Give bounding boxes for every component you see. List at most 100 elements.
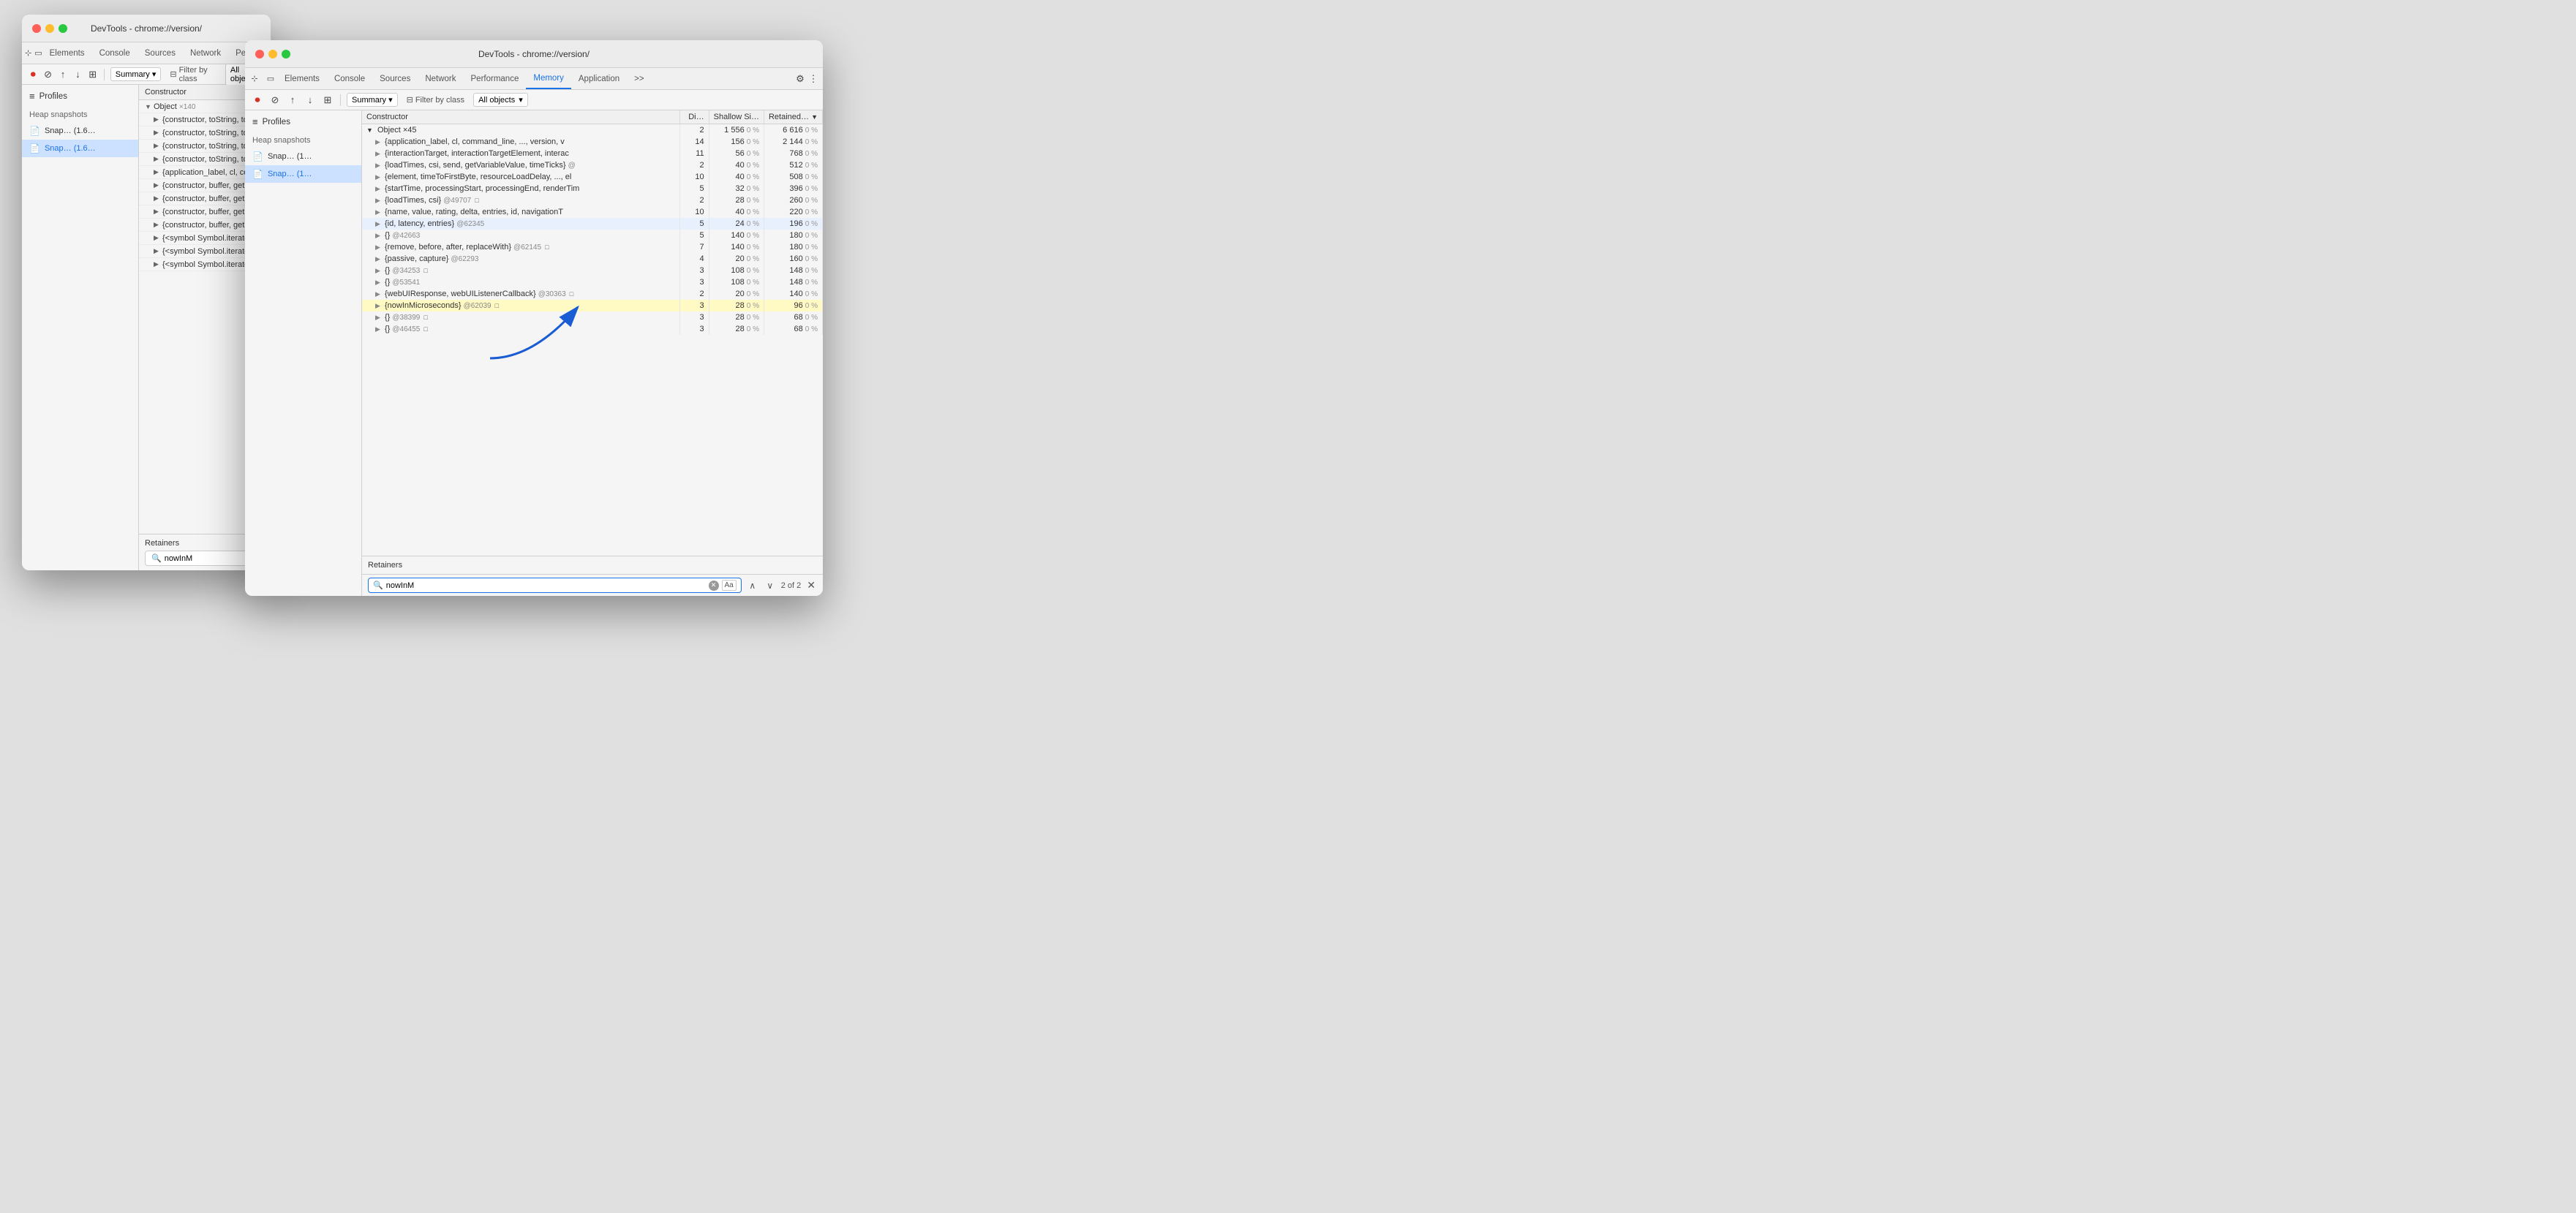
table-row[interactable]: ▶ {loadTimes, csi, send, getVariableValu… — [362, 159, 823, 171]
next-result-button[interactable]: ∨ — [764, 579, 777, 592]
filter-button-2[interactable]: ⊟ Filter by class — [402, 94, 469, 106]
tab-sources-1[interactable]: Sources — [138, 42, 183, 64]
table-row[interactable]: ▶ {interactionTarget, interactionTargetE… — [362, 148, 823, 159]
cancel-button-1[interactable]: ⊘ — [42, 68, 53, 81]
table-row[interactable]: ▶ {loadTimes, csi} @49707 □ 2 28 0 % 260… — [362, 194, 823, 206]
memory-toolbar-1: ⏺ ⊘ ↑ ↓ ⊞ Summary ▾ ⊟ Filter by class Al… — [22, 64, 271, 85]
window-title-2: DevTools - chrome://version/ — [478, 49, 590, 59]
window-title-1: DevTools - chrome://version/ — [91, 23, 202, 34]
expand-icon: ▶ — [154, 181, 162, 189]
prev-result-button[interactable]: ∧ — [746, 579, 759, 592]
tab-application-2[interactable]: Application — [571, 68, 627, 89]
table-row[interactable]: ▶ {passive, capture} @62293 4 20 0 % 160… — [362, 253, 823, 265]
settings-icon-2[interactable]: ⚙ — [794, 72, 807, 86]
collect-button-2[interactable]: ⊞ — [321, 94, 334, 107]
close-button-2[interactable] — [255, 50, 264, 58]
devtools-tabs-2: ⊹ ▭ Elements Console Sources Network Per… — [245, 68, 823, 90]
table-row[interactable]: ▶ {name, value, rating, delta, entries, … — [362, 206, 823, 218]
table-row[interactable]: ▶ {startTime, processingStart, processin… — [362, 183, 823, 194]
table-row[interactable]: ▶ {application_label, cl, command_line, … — [362, 136, 823, 148]
expand-icon: ▶ — [375, 243, 380, 251]
table-row-yellow[interactable]: ▶ {nowInMicroseconds} @62039 □ 3 28 0 % … — [362, 300, 823, 311]
more-icon-2[interactable]: ⋮ — [807, 72, 820, 86]
tab-sources-2[interactable]: Sources — [372, 68, 418, 89]
table-row[interactable]: ▶ {} @46455 □ 3 28 0 % 68 0 % — [362, 323, 823, 335]
titlebar-2: DevTools - chrome://version/ — [245, 40, 823, 68]
tab-more-2[interactable]: >> — [627, 68, 651, 89]
expand-icon: ▶ — [375, 185, 380, 192]
table-row[interactable]: ▶ {} @42663 5 140 0 % 180 0 % — [362, 230, 823, 241]
match-case-button[interactable]: Aa — [722, 580, 737, 591]
maximize-button-2[interactable] — [282, 50, 290, 58]
expand-icon: ▶ — [375, 325, 380, 333]
retainers-section-2: Retainers — [362, 556, 823, 574]
upload-button-2[interactable]: ↑ — [286, 94, 299, 107]
file-icon-2-1: 📄 — [252, 151, 263, 162]
record-button-1[interactable]: ⏺ — [28, 68, 38, 81]
close-search-button[interactable]: ✕ — [805, 579, 817, 592]
tab-console-2[interactable]: Console — [327, 68, 372, 89]
expand-icon: ▶ — [375, 162, 380, 169]
close-button[interactable] — [32, 24, 41, 33]
download-button-1[interactable]: ↓ — [72, 68, 83, 81]
tab-performance-2[interactable]: Performance — [464, 68, 527, 89]
tab-memory-2[interactable]: Memory — [526, 68, 571, 89]
table-row[interactable]: ▶ {} @53541 3 108 0 % 148 0 % — [362, 276, 823, 288]
minimize-button[interactable] — [45, 24, 54, 33]
snapshot-item-1[interactable]: 📄 Snap… (1.6… — [22, 122, 138, 140]
search-input-wrap[interactable]: 🔍 ✕ Aa — [368, 578, 742, 593]
filter-button-1[interactable]: ⊟ Filter by class — [165, 64, 221, 85]
search-input[interactable] — [386, 581, 706, 590]
search-icon: 🔍 — [151, 553, 162, 563]
table-row-highlighted[interactable]: ▶ {id, latency, entries} @62345 5 24 0 %… — [362, 218, 823, 230]
table-row[interactable]: ▶ {remove, before, after, replaceWith} @… — [362, 241, 823, 253]
expand-icon: ▶ — [154, 221, 162, 229]
tab-network-1[interactable]: Network — [183, 42, 228, 64]
snapshot-item-2[interactable]: 📄 Snap… (1.6… — [22, 140, 138, 157]
table-row[interactable]: ▶ {element, timeToFirstByte, resourceLoa… — [362, 171, 823, 183]
summary-dropdown-1[interactable]: Summary ▾ — [110, 67, 162, 81]
tab-elements-2[interactable]: Elements — [277, 68, 327, 89]
expand-icon: ▶ — [154, 168, 162, 176]
summary-dropdown-2[interactable]: Summary ▾ — [347, 93, 398, 107]
minimize-button-2[interactable] — [268, 50, 277, 58]
file-icon-1: 📄 — [29, 126, 40, 136]
expand-icon: ▶ — [154, 208, 162, 216]
heap-snapshots-title-1: Heap snapshots — [22, 107, 138, 122]
tab-network-2[interactable]: Network — [418, 68, 463, 89]
expand-icon: ▶ — [375, 197, 380, 204]
collect-button-1[interactable]: ⊞ — [88, 68, 98, 81]
inspect-icon[interactable]: ⊹ — [25, 47, 31, 60]
retainers-search-value: nowInM — [165, 554, 193, 563]
snapshot-item-2-1[interactable]: 📄 Snap… (1… — [245, 148, 361, 165]
all-objects-dropdown-2[interactable]: All objects ▾ — [473, 93, 528, 107]
expand-icon: ▶ — [375, 255, 380, 262]
clear-search-button[interactable]: ✕ — [709, 581, 719, 591]
upload-button-1[interactable]: ↑ — [58, 68, 68, 81]
download-button-2[interactable]: ↓ — [304, 94, 317, 107]
tab-elements-1[interactable]: Elements — [42, 42, 92, 64]
cancel-button-2[interactable]: ⊘ — [268, 94, 282, 107]
sort-icon: ▼ — [811, 113, 818, 121]
maximize-button[interactable] — [59, 24, 67, 33]
col-retained: Retained… ▼ — [764, 110, 822, 124]
table-row[interactable]: ▶ {webUIResponse, webUIListenerCallback}… — [362, 288, 823, 300]
devtools-window-2: DevTools - chrome://version/ ⊹ ▭ Element… — [245, 40, 823, 596]
sep-2 — [340, 94, 341, 106]
device-icon-2[interactable]: ▭ — [264, 72, 277, 86]
bottom-search-bar: 🔍 ✕ Aa ∧ ∨ 2 of 2 ✕ — [362, 574, 823, 596]
expand-icon: ▶ — [154, 116, 162, 124]
retainers-title-2: Retainers — [368, 561, 817, 570]
snapshot-item-2-2[interactable]: 📄 Snap… (1… — [245, 165, 361, 183]
table-row[interactable]: ▶ {} @38399 □ 3 28 0 % 68 0 % — [362, 311, 823, 323]
inspect-icon-2[interactable]: ⊹ — [248, 72, 261, 86]
sidebar-icon-1: ≡ — [29, 91, 35, 102]
device-icon[interactable]: ▭ — [34, 47, 42, 60]
table-row[interactable]: ▶ {} @34253 □ 3 108 0 % 148 0 % — [362, 265, 823, 276]
record-button-2[interactable]: ⏺ — [251, 94, 264, 107]
table-row[interactable]: ▼ Object ×45 2 1 556 0 % 6 616 0 % — [362, 124, 823, 137]
table-area-2[interactable]: Constructor Di… Shallow Si… Retained… ▼ — [362, 110, 823, 556]
search-result-count: 2 of 2 — [781, 581, 802, 590]
sidebar-profiles-header-2: ≡ Profiles — [245, 110, 361, 133]
tab-console-1[interactable]: Console — [92, 42, 138, 64]
